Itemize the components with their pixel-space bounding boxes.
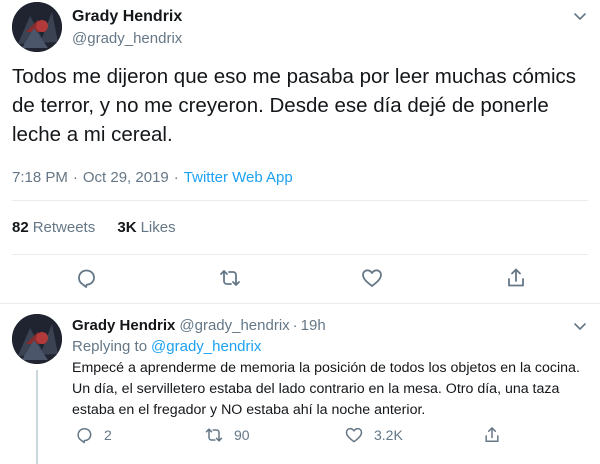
share-icon[interactable]: [504, 266, 528, 290]
avatar[interactable]: [12, 314, 62, 364]
meta-separator: ·: [173, 169, 179, 186]
divider: [12, 200, 588, 201]
replying-label: Replying to: [72, 338, 148, 355]
like-button[interactable]: 3.2K: [344, 424, 403, 446]
like-icon: [345, 427, 363, 443]
replying-to: Replying to @grady_hendrix: [72, 337, 261, 357]
tweet-meta: 7:18 PM · Oct 29, 2019 · Twitter Web App: [12, 168, 293, 188]
meta-separator: ·: [72, 169, 78, 186]
retweets-count: 82: [12, 219, 29, 236]
like-count: 3.2K: [374, 427, 403, 443]
tweet-date[interactable]: Oct 29, 2019: [83, 169, 169, 186]
reply-actions: 2 90 3.2K: [72, 424, 588, 448]
display-name[interactable]: Grady Hendrix: [72, 7, 182, 27]
retweets-stat[interactable]: 82 Retweets: [12, 218, 95, 238]
reply-count: 2: [104, 427, 112, 443]
thread-line: [36, 370, 38, 464]
likes-stat[interactable]: 3K Likes: [117, 218, 175, 238]
mention-link[interactable]: @grady_hendrix: [151, 338, 261, 355]
author-block[interactable]: Grady Hendrix @grady_hendrix: [72, 7, 182, 49]
divider: [12, 254, 588, 255]
tweet-time[interactable]: 7:18 PM: [12, 169, 68, 186]
header-separator: ·: [292, 317, 298, 334]
avatar[interactable]: [12, 2, 62, 52]
reply-button[interactable]: 2: [74, 424, 112, 446]
retweet-icon[interactable]: [218, 266, 242, 290]
reply-icon: [77, 428, 92, 444]
retweet-count: 90: [234, 427, 250, 443]
tweet-source-link[interactable]: Twitter Web App: [184, 169, 293, 186]
share-icon: [485, 427, 499, 442]
handle[interactable]: @grady_hendrix: [179, 317, 289, 334]
retweets-label: Retweets: [32, 219, 96, 236]
tweet-time[interactable]: 19h: [301, 317, 326, 334]
display-name[interactable]: Grady Hendrix: [72, 317, 175, 334]
handle[interactable]: @grady_hendrix: [72, 29, 182, 49]
tweet-stats: 82 Retweets 3K Likes: [12, 218, 194, 238]
reply-header: Grady Hendrix @grady_hendrix · 19h: [72, 316, 326, 336]
like-icon[interactable]: [360, 266, 384, 290]
retweet-icon: [205, 428, 223, 442]
likes-count: 3K: [117, 219, 137, 236]
likes-label: Likes: [140, 219, 176, 236]
chevron-down-icon[interactable]: [572, 318, 588, 334]
share-button[interactable]: [482, 424, 502, 446]
retweet-button[interactable]: 90: [204, 424, 250, 446]
tweet-text: Todos me dijeron que eso me pasaba por l…: [12, 65, 577, 146]
reply-text: Empecé a aprenderme de memoria la posici…: [72, 360, 580, 418]
main-tweet: Grady Hendrix @grady_hendrix Todos me di…: [0, 0, 600, 304]
reply-tweet[interactable]: Grady Hendrix @grady_hendrix · 19h Replying…: [0, 304, 600, 464]
chevron-down-icon[interactable]: [572, 8, 588, 24]
reply-icon[interactable]: [74, 266, 98, 290]
